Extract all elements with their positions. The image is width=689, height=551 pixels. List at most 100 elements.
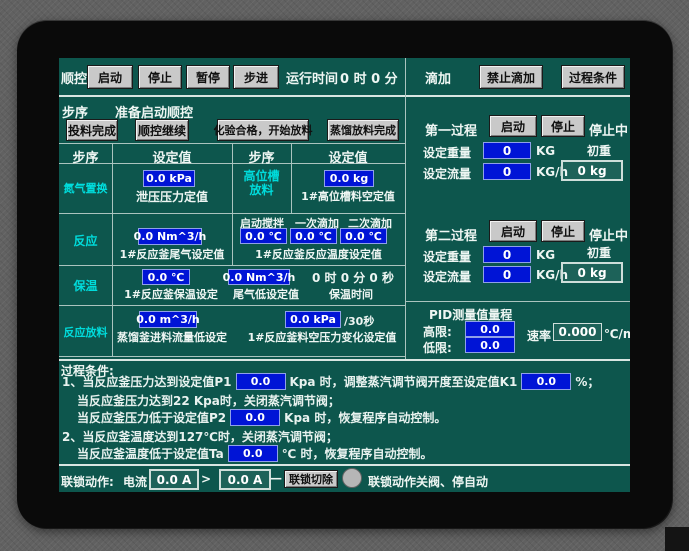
pid-high-label: 高限: xyxy=(423,325,452,339)
divider xyxy=(59,464,630,466)
table-header-step: 步序 xyxy=(72,151,99,166)
relief-pressure-field[interactable]: 0.0 kPa xyxy=(143,170,195,187)
corner-shadow xyxy=(665,527,689,551)
stir-temp-field[interactable]: 0.0 ℃ xyxy=(240,228,287,244)
condition-p2-field[interactable]: 0.0 xyxy=(230,409,281,426)
table-header-setpoint: 设定值 xyxy=(152,151,192,166)
pid-rate-box: 0.000 xyxy=(553,323,602,341)
process1-flow-field[interactable]: 0 xyxy=(483,163,531,180)
forbid-drip-button[interactable]: 禁止滴加 xyxy=(479,65,543,89)
process1-weight-field[interactable]: 0 xyxy=(483,142,531,159)
tailgas-low-label: 尾气低设定值 xyxy=(233,288,299,301)
seq-continue-button[interactable]: 顺控继续 xyxy=(135,119,189,141)
divider xyxy=(59,95,630,97)
insulation-temp-label: 1#反应釜保温设定 xyxy=(124,288,218,301)
process1-start-button[interactable]: 启动 xyxy=(489,115,537,137)
insulation-temp-field[interactable]: 0.0 ℃ xyxy=(142,269,190,285)
distill-feed-low-label: 蒸馏釜进料流量低设定 xyxy=(117,331,227,344)
relief-pressure-label: 泄压压力定值 xyxy=(135,190,208,204)
distill-done-button[interactable]: 蒸馏放料完成 xyxy=(327,119,399,141)
process2-weight-field[interactable]: 0 xyxy=(483,246,531,263)
process1-stop-button[interactable]: 停止 xyxy=(541,115,585,137)
seq-step-button[interactable]: 步进 xyxy=(233,65,279,89)
condition-ta-field[interactable]: 0.0 xyxy=(227,445,278,462)
first-drip-temp-field[interactable]: 0.0 ℃ xyxy=(290,228,337,244)
table-header-step2: 步序 xyxy=(248,151,275,166)
pid-low-label: 低限: xyxy=(423,341,452,355)
runtime-label: 运行时间 xyxy=(286,72,339,87)
pressure-change-label: 1#反应釜料空压力变化设定值 xyxy=(247,331,397,344)
condition-line-5: 当反应釜温度低于设定值Ta 0.0 ℃ 时，恢复程序自动控制。 xyxy=(77,445,432,462)
process2-start-button[interactable]: 启动 xyxy=(489,220,537,242)
condition-line-2: 当反应釜压力达到22 Kpa时，关闭蒸汽调节阀； xyxy=(77,392,340,409)
hightank-label-line1: 高位槽 xyxy=(243,169,280,183)
hmi-screen: 顺控 启动 停止 暂停 步进 运行时间 0 时 0 分 滴加 禁止滴加 过程条件… xyxy=(59,58,630,492)
pid-rate-label: 速率 xyxy=(527,329,552,343)
pressure-change-interval: /30秒 xyxy=(344,315,375,328)
process2-initial-label: 初重 xyxy=(587,246,612,260)
feed-done-button[interactable]: 投料完成 xyxy=(66,119,118,141)
condition-p1-field[interactable]: 0.0 xyxy=(235,373,286,390)
seq-start-button[interactable]: 启动 xyxy=(87,65,133,89)
tailgas-low-field[interactable]: 0.0 Nm^3/h xyxy=(223,269,295,285)
table-border xyxy=(59,265,405,266)
process2-weight-unit: KG xyxy=(536,248,556,262)
process2-weight-label: 设定重量 xyxy=(423,250,472,264)
interlock-label: 联锁动作: xyxy=(61,475,114,489)
insulation-time-label: 保温时间 xyxy=(329,288,373,301)
divider xyxy=(405,58,406,359)
process1-weight-unit: KG xyxy=(536,144,556,158)
condition-2-text: 当反应釜压力达到22 Kpa时，关闭蒸汽调节阀； xyxy=(77,394,340,408)
condition-line-1: 1、当反应釜压力达到设定值P1 0.0 Kpa 时，调整蒸汽调节阀开度至设定值K… xyxy=(62,373,599,390)
condition-4-text: 2、当反应釜温度达到127℃时，关闭蒸汽调节阀； xyxy=(62,430,338,444)
process1-status: 停止中 xyxy=(589,124,629,139)
greater-than-sign: > xyxy=(201,472,212,486)
test-pass-discharge-button[interactable]: 化验合格，开始放料 xyxy=(214,119,313,141)
reaction-temp-label: 1#反应釜反应温度设定值 xyxy=(255,248,382,261)
row-discharge-label: 反应放料 xyxy=(63,326,108,339)
current-limit-box: 0.0 A xyxy=(219,469,271,490)
second-drip-temp-field[interactable]: 0.0 ℃ xyxy=(340,228,387,244)
condition-line-3: 当反应釜压力低于设定值P2 0.0 Kpa 时，恢复程序自动控制。 xyxy=(77,409,446,426)
pressure-change-field[interactable]: 0.0 kPa xyxy=(285,311,341,328)
row-insulation-label: 保温 xyxy=(73,279,98,293)
interlock-action-text: 联锁动作关阀、停自动 xyxy=(368,475,489,489)
process1-weight-label: 设定重量 xyxy=(423,146,472,160)
pid-rate-unit: ℃/m xyxy=(604,327,630,341)
hightank-empty-label: 1#高位槽料空定值 xyxy=(301,190,395,203)
process2-stop-button[interactable]: 停止 xyxy=(541,220,585,242)
condition-k1-field[interactable]: 0.0 xyxy=(521,373,572,390)
condition-1-text3: %； xyxy=(575,375,600,389)
condition-5-text: 当反应釜温度低于设定值Ta xyxy=(77,447,224,461)
process1-initial-weight-box: 0 kg xyxy=(561,160,623,181)
process2-title: 第二过程 xyxy=(425,229,478,244)
seq-pause-button[interactable]: 暂停 xyxy=(186,65,230,89)
process1-title: 第一过程 xyxy=(425,124,478,139)
process1-initial-label: 初重 xyxy=(587,144,612,158)
condition-1-text2: Kpa 时，调整蒸汽调节阀开度至设定值K1 xyxy=(289,375,518,389)
pid-low-field[interactable]: 0.0 xyxy=(465,337,515,353)
condition-3-text: 当反应釜压力低于设定值P2 xyxy=(77,411,227,425)
seq-stop-button[interactable]: 停止 xyxy=(138,65,182,89)
hightank-empty-field[interactable]: 0.0 kg xyxy=(324,170,374,187)
divider xyxy=(405,301,630,302)
interlock-cut-button[interactable]: 联锁切除 xyxy=(284,470,338,488)
pid-high-field[interactable]: 0.0 xyxy=(465,321,515,337)
tailgas-setpoint-field[interactable]: 0.0 Nm^3/h xyxy=(134,228,206,245)
row-nitrogen-label: 氮气置换 xyxy=(63,182,108,195)
distill-feed-low-field[interactable]: 0.0 m^3/h xyxy=(136,311,200,328)
seq-control-label: 顺控 xyxy=(61,72,88,87)
current-label: 电流 xyxy=(123,475,148,489)
process-conditions-button[interactable]: 过程条件 xyxy=(561,65,625,89)
process1-flow-label: 设定流量 xyxy=(423,167,472,181)
process2-flow-field[interactable]: 0 xyxy=(483,266,531,283)
current-value-box: 0.0 A xyxy=(149,469,199,490)
process2-initial-weight-box: 0 kg xyxy=(561,262,623,283)
divider xyxy=(59,359,630,361)
table-border xyxy=(59,305,405,306)
condition-1-text: 1、当反应釜压力达到设定值P1 xyxy=(62,375,232,389)
condition-5-text2: ℃ 时，恢复程序自动控制。 xyxy=(281,447,433,461)
insulation-time-value: 0 时 0 分 0 秒 xyxy=(312,271,394,285)
process2-status: 停止中 xyxy=(589,229,629,244)
interlock-status-indicator xyxy=(342,468,362,488)
